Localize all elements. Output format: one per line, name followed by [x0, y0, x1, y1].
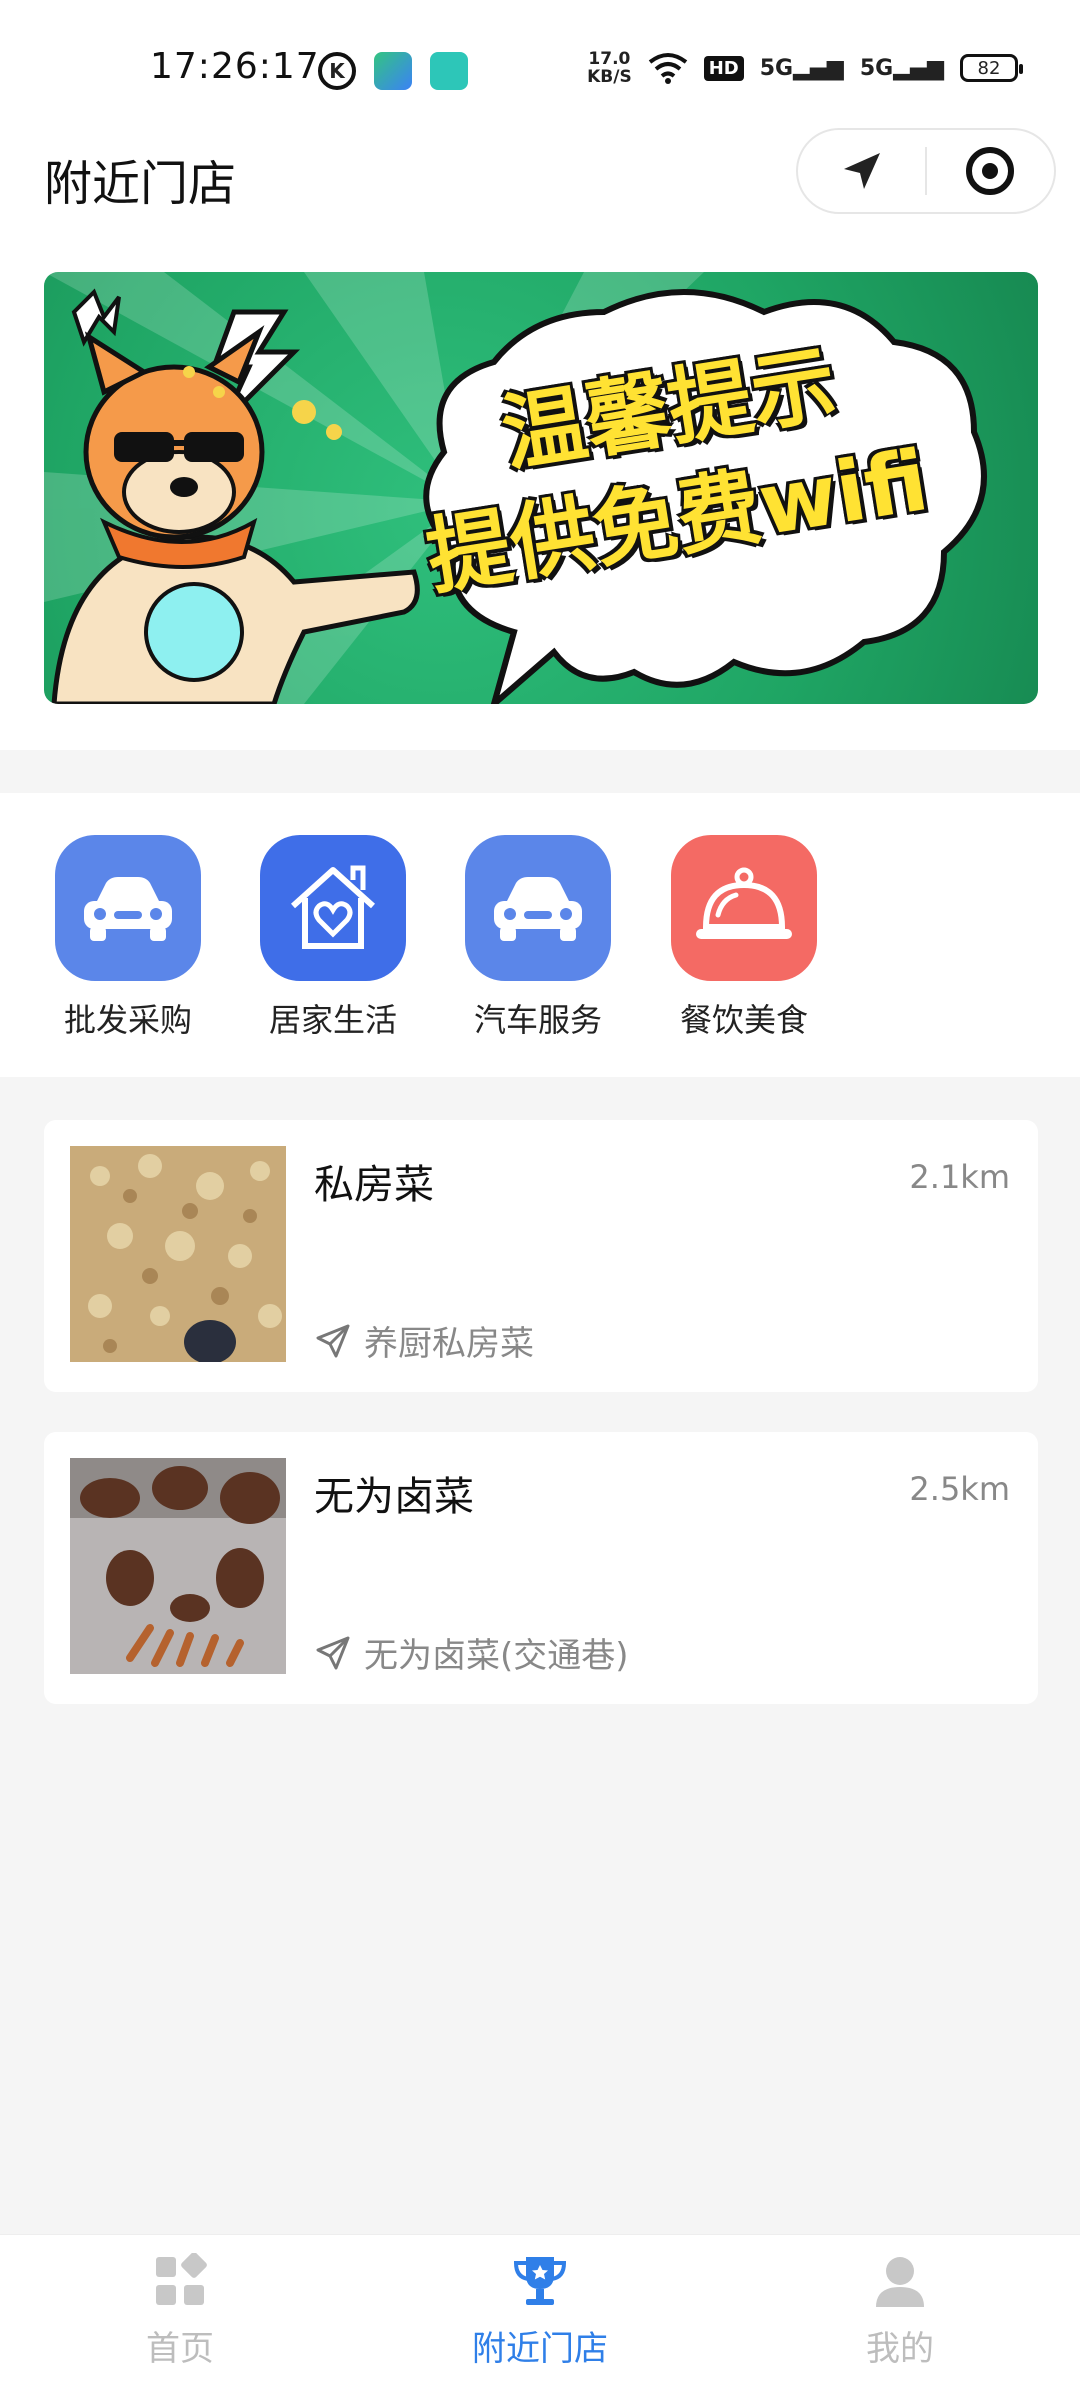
store-distance: 2.1km [909, 1158, 1010, 1196]
category-label: 批发采购 [63, 1001, 192, 1039]
store-distance: 2.5km [909, 1470, 1010, 1508]
status-indicators: 17.0 KB/S HD 5G▂▄▆ 5G▂▄▆ 82 [587, 50, 1023, 86]
store-image [70, 1458, 286, 1674]
store-card[interactable]: 私房菜 2.1km 养厨私房菜 [44, 1120, 1038, 1392]
tab-bar: 首页 附近门店 我的 [0, 2234, 1080, 2400]
store-card[interactable]: 无为卤菜 2.5km 无为卤菜(交通巷) [44, 1432, 1038, 1704]
message-app-icon [430, 52, 468, 90]
header: 附近门店 [0, 120, 1080, 260]
category-label: 汽车服务 [473, 1001, 602, 1039]
hd-icon: HD [703, 55, 744, 81]
navigate-icon [316, 1324, 350, 1357]
page-title: 附近门店 [44, 156, 237, 212]
wifi-icon [648, 53, 687, 84]
category-food-dining[interactable]: 餐饮美食 [664, 835, 824, 1041]
net-speed: 17.0 KB/S [587, 50, 632, 86]
store-address-text: 无为卤菜(交通巷) [364, 1636, 629, 1676]
banner-section: 温馨提示 提供免费wifi [0, 260, 1080, 750]
target-icon [966, 147, 1015, 195]
grid-icon [156, 2252, 207, 2305]
net-speed-unit: KB/S [587, 67, 632, 87]
signal-label-1: 5G [759, 55, 794, 81]
tab-label: 附近门店 [472, 2329, 608, 2369]
house-heart-icon [260, 835, 406, 981]
banner[interactable]: 温馨提示 提供免费wifi [44, 272, 1038, 704]
category-home-living[interactable]: 居家生活 [253, 835, 413, 1041]
net-speed-value: 17.0 [588, 49, 631, 69]
signal-label-2: 5G [859, 55, 894, 81]
location-button[interactable] [798, 128, 925, 214]
store-address: 无为卤菜(交通巷) [314, 1628, 629, 1677]
video-app-icon [374, 52, 412, 90]
tab-nearby-stores[interactable]: 附近门店 [440, 2253, 640, 2370]
mini-program-capsule [796, 128, 1056, 214]
battery-icon: 82 [960, 54, 1023, 82]
store-name: 无为卤菜 [314, 1474, 474, 1520]
trophy-icon [513, 2257, 567, 2305]
food-cloche-icon [671, 835, 817, 981]
user-icon [876, 2257, 924, 2307]
signal-icon-2: 5G▂▄▆ [859, 55, 944, 81]
category-label: 居家生活 [268, 1001, 397, 1039]
store-address: 养厨私房菜 [314, 1316, 534, 1365]
category-car-service[interactable]: 汽车服务 [458, 835, 618, 1041]
signal-icon: 5G▂▄▆ [759, 55, 844, 81]
store-address-text: 养厨私房菜 [364, 1324, 534, 1364]
location-arrow-icon [843, 153, 880, 189]
status-time: 17:26:17 [150, 46, 320, 87]
category-label: 餐饮美食 [679, 1001, 808, 1039]
status-bar: 17:26:17 K 17.0 KB/S HD 5G▂▄▆ 5G▂▄▆ 82 [0, 0, 1080, 120]
close-capsule-button[interactable] [927, 128, 1054, 214]
tab-label: 我的 [866, 2329, 934, 2369]
tab-mine[interactable]: 我的 [800, 2253, 1000, 2370]
tab-label: 首页 [146, 2329, 214, 2369]
k-app-icon: K [318, 52, 356, 90]
car-icon [465, 835, 611, 981]
tab-home[interactable]: 首页 [80, 2252, 280, 2370]
status-notification-icons: K [318, 52, 468, 90]
category-wholesale[interactable]: 批发采购 [48, 835, 208, 1041]
store-image [70, 1146, 286, 1362]
store-name: 私房菜 [314, 1162, 434, 1208]
category-grid: 批发采购 居家生活 汽车服务 餐饮美食 [0, 793, 1080, 1077]
navigate-icon [316, 1636, 350, 1669]
battery-level: 82 [977, 57, 1001, 79]
car-icon [55, 835, 201, 981]
